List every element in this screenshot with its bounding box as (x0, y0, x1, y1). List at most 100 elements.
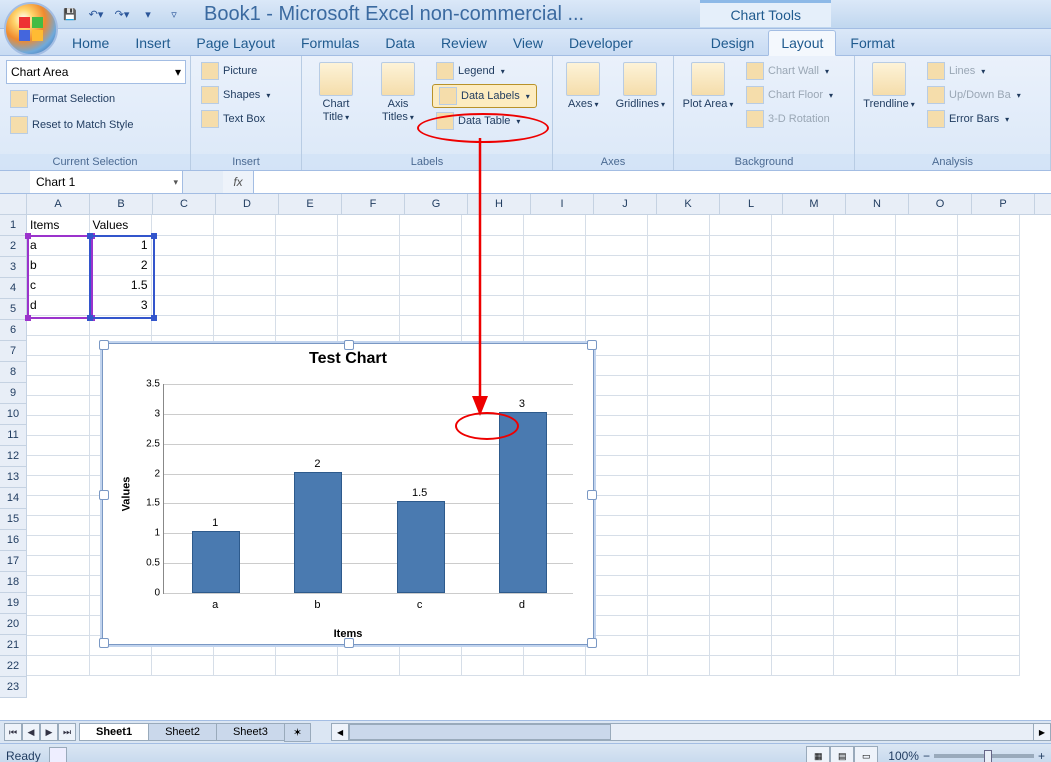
column-header[interactable]: C (153, 194, 216, 214)
cell[interactable] (399, 655, 461, 675)
cell[interactable] (833, 275, 895, 295)
cell[interactable] (957, 315, 1019, 335)
cell[interactable] (337, 235, 399, 255)
cell[interactable] (895, 215, 957, 235)
legend-button[interactable]: Legend (432, 60, 537, 82)
cell[interactable] (399, 255, 461, 275)
cell[interactable] (957, 275, 1019, 295)
zoom-slider[interactable] (934, 754, 1034, 758)
sheet-tab-1[interactable]: Sheet1 (79, 723, 149, 741)
cell[interactable] (709, 275, 771, 295)
row-header[interactable]: 9 (0, 383, 26, 404)
cell[interactable] (27, 495, 89, 515)
cell[interactable] (709, 315, 771, 335)
cell[interactable]: Items (27, 215, 89, 235)
cell[interactable] (957, 355, 1019, 375)
cell[interactable] (585, 615, 647, 635)
cell[interactable] (709, 575, 771, 595)
view-page-break[interactable]: ▭ (854, 746, 878, 762)
cell[interactable] (585, 575, 647, 595)
cell[interactable] (89, 655, 151, 675)
cell[interactable] (895, 635, 957, 655)
row-header[interactable]: 23 (0, 677, 26, 698)
sheet-tab-3[interactable]: Sheet3 (216, 723, 285, 741)
sheet-nav-prev[interactable]: ◀ (22, 723, 40, 741)
y-axis-label[interactable]: Values (120, 477, 132, 512)
column-header[interactable]: I (531, 194, 594, 214)
cell[interactable]: 3 (89, 295, 151, 315)
column-header[interactable]: G (405, 194, 468, 214)
cell[interactable] (833, 555, 895, 575)
cell[interactable] (647, 395, 709, 415)
cell[interactable] (771, 655, 833, 675)
cell[interactable] (895, 555, 957, 575)
column-header[interactable]: M (783, 194, 846, 214)
cell[interactable] (585, 515, 647, 535)
row-header[interactable]: 1 (0, 215, 26, 236)
column-header[interactable]: O (909, 194, 972, 214)
cell[interactable] (709, 595, 771, 615)
cell[interactable] (27, 455, 89, 475)
cell[interactable] (213, 315, 275, 335)
cell[interactable] (895, 315, 957, 335)
row-header[interactable]: 11 (0, 425, 26, 446)
cell[interactable] (523, 215, 585, 235)
chart-resize-handle[interactable] (587, 340, 597, 350)
cell[interactable] (337, 295, 399, 315)
save-icon[interactable]: 💾 (60, 4, 80, 24)
cell[interactable] (461, 215, 523, 235)
cell[interactable] (647, 255, 709, 275)
textbox-button[interactable]: Text Box (197, 108, 274, 130)
gridlines-button[interactable]: Gridlines (614, 60, 667, 113)
hscroll-right[interactable]: ▶ (1033, 723, 1051, 741)
cell[interactable] (957, 415, 1019, 435)
cell[interactable] (585, 455, 647, 475)
cell[interactable]: Values (89, 215, 151, 235)
cell[interactable] (957, 635, 1019, 655)
cell[interactable] (709, 335, 771, 355)
tab-data[interactable]: Data (373, 31, 427, 55)
cell[interactable] (585, 275, 647, 295)
cell[interactable] (709, 615, 771, 635)
tab-layout[interactable]: Layout (768, 30, 836, 56)
worksheet[interactable]: 1234567891011121314151617181920212223 AB… (0, 194, 1051, 720)
cell[interactable] (523, 655, 585, 675)
cell[interactable] (27, 575, 89, 595)
cell[interactable] (647, 455, 709, 475)
data-label[interactable]: 1.5 (397, 487, 443, 499)
row-headers[interactable]: 1234567891011121314151617181920212223 (0, 215, 27, 698)
cell[interactable] (895, 655, 957, 675)
cell[interactable] (957, 495, 1019, 515)
sheet-tab-2[interactable]: Sheet2 (148, 723, 217, 741)
column-header[interactable]: P (972, 194, 1035, 214)
cell[interactable] (771, 355, 833, 375)
tab-formulas[interactable]: Formulas (289, 31, 371, 55)
column-header[interactable]: H (468, 194, 531, 214)
cell[interactable] (957, 475, 1019, 495)
cell[interactable] (647, 555, 709, 575)
column-header[interactable]: F (342, 194, 405, 214)
cell[interactable] (585, 435, 647, 455)
cell[interactable] (833, 235, 895, 255)
cell[interactable] (275, 215, 337, 235)
cell[interactable] (27, 355, 89, 375)
cell[interactable] (771, 515, 833, 535)
cell[interactable] (895, 335, 957, 355)
cell[interactable] (585, 235, 647, 255)
chart-bar[interactable] (499, 412, 547, 593)
row-header[interactable]: 16 (0, 530, 26, 551)
cell[interactable] (709, 475, 771, 495)
cell[interactable] (771, 255, 833, 275)
row-header[interactable]: 18 (0, 572, 26, 593)
cell[interactable] (709, 215, 771, 235)
cell[interactable] (337, 275, 399, 295)
cell[interactable] (895, 395, 957, 415)
data-label[interactable]: 1 (192, 517, 238, 529)
cell[interactable] (337, 655, 399, 675)
cell[interactable] (833, 575, 895, 595)
cell[interactable] (275, 655, 337, 675)
cell[interactable] (833, 435, 895, 455)
chart-title-button[interactable]: Chart Title (308, 60, 364, 126)
row-header[interactable]: 19 (0, 593, 26, 614)
cell[interactable] (647, 355, 709, 375)
